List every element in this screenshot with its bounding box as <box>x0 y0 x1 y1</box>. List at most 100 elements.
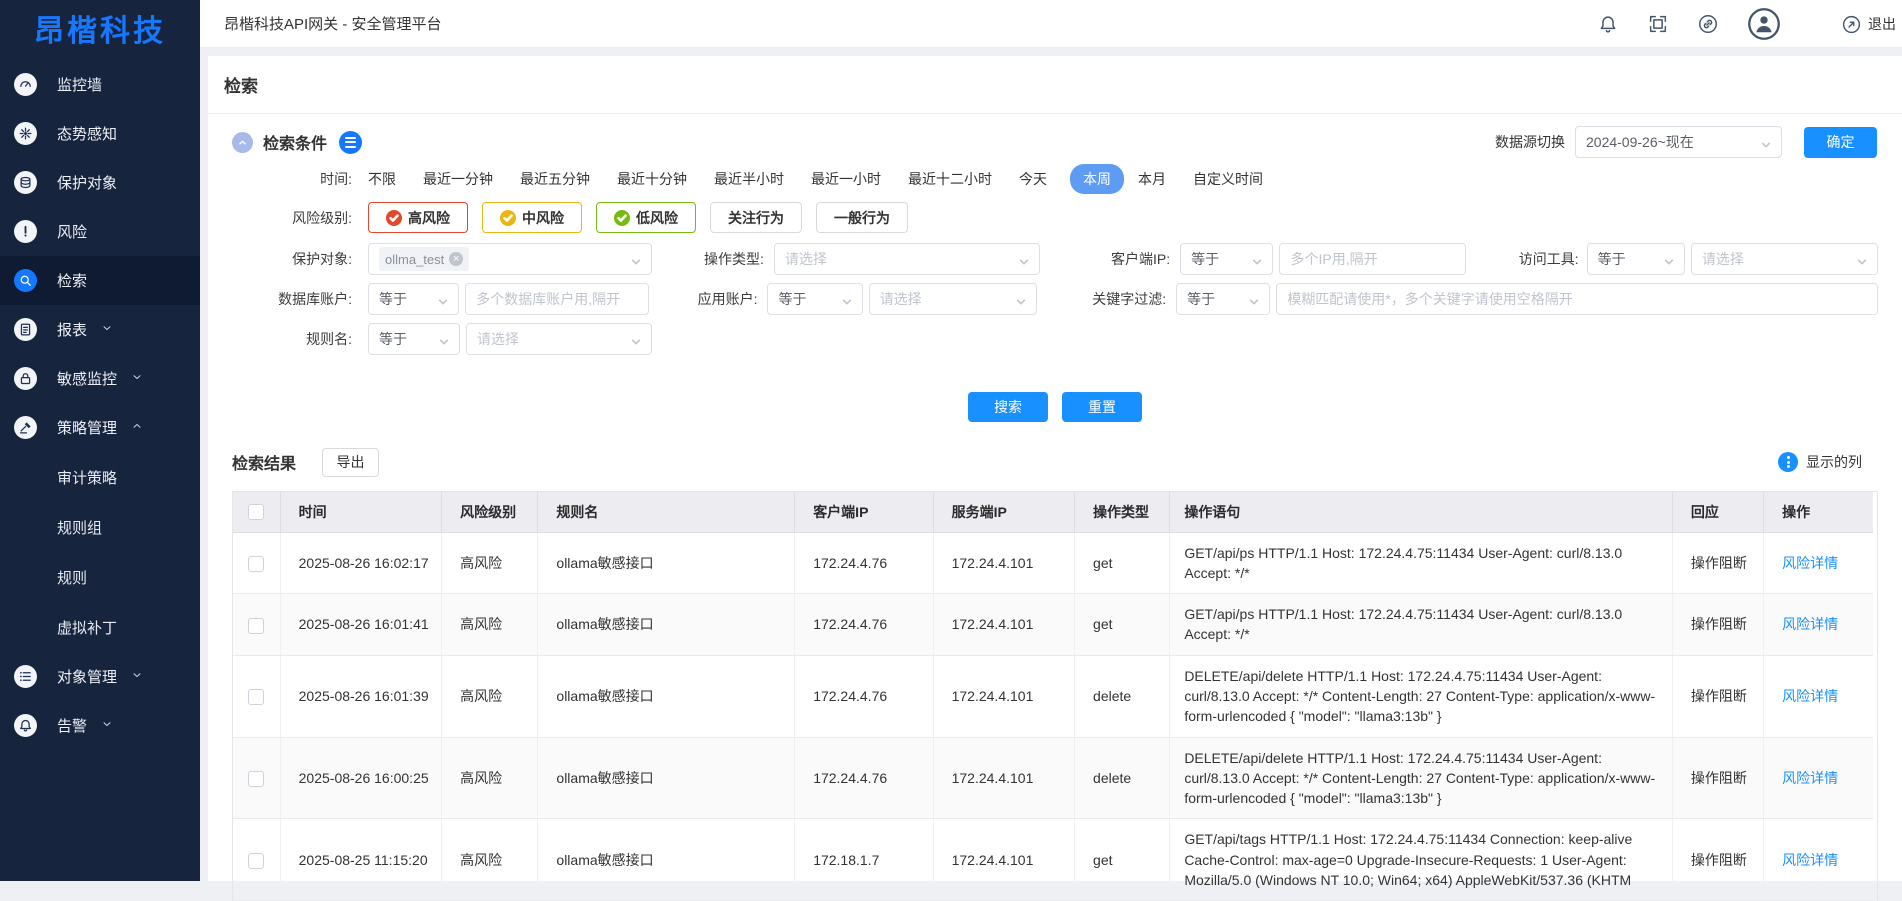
filter-field-row: 规则名: 等于 请选择 <box>232 323 1878 355</box>
sidebar-item-policy[interactable]: 策略管理 <box>0 403 200 452</box>
remove-tag-icon[interactable]: × <box>449 252 463 266</box>
datasource-select[interactable]: 2024-09-26~现在 <box>1575 126 1782 158</box>
time-option[interactable]: 今天 <box>1019 169 1047 189</box>
time-option[interactable]: 最近十分钟 <box>617 169 687 189</box>
sidebar-item-lock[interactable]: 敏感监控 <box>0 354 200 403</box>
time-option[interactable]: 最近一分钟 <box>423 169 493 189</box>
risk-detail-link[interactable]: 风险详情 <box>1782 688 1838 704</box>
condition-list-icon[interactable] <box>339 131 362 154</box>
sidebar-item-database[interactable]: 保护对象 <box>0 158 200 207</box>
sidebar-subitem[interactable]: 审计策略 <box>0 452 200 502</box>
rule-name-select[interactable]: 请选择 <box>466 323 652 355</box>
sidebar-item-report[interactable]: 报表 <box>0 305 200 354</box>
db-account-input[interactable] <box>476 291 638 307</box>
search-button[interactable]: 搜索 <box>968 392 1048 422</box>
filter-field-row: 保护对象: ollma_test× 操作类型: 请选择 客户端IP: 等于 访问… <box>232 243 1878 275</box>
time-option[interactable]: 最近十二小时 <box>908 169 992 189</box>
rule-name-operator-select[interactable]: 等于 <box>368 323 460 355</box>
cell-risk-level: 高风险 <box>442 532 538 594</box>
sidebar-item-label: 敏感监控 <box>57 368 117 389</box>
keyword-input[interactable] <box>1287 291 1867 307</box>
app-account-operator-select[interactable]: 等于 <box>767 283 862 315</box>
access-tool-operator-select[interactable]: 等于 <box>1587 243 1685 275</box>
risk-detail-link[interactable]: 风险详情 <box>1782 555 1838 571</box>
notification-bell-icon[interactable] <box>1597 13 1619 35</box>
cell-server-ip: 172.24.4.101 <box>933 737 1074 819</box>
app-account-label: 应用账户: <box>649 289 757 309</box>
app-account-select[interactable]: 请选择 <box>869 283 1037 315</box>
risk-level-button[interactable]: 低风险 <box>596 202 696 233</box>
sidebar-subitem[interactable]: 虚拟补丁 <box>0 602 200 652</box>
keyword-input-wrap <box>1276 283 1878 315</box>
time-option[interactable]: 本周 <box>1070 164 1124 194</box>
table-body: 2025-08-26 16:02:17高风险ollama敏感接口172.24.4… <box>233 532 1873 901</box>
db-account-label: 数据库账户: <box>232 289 352 309</box>
sidebar-subitem[interactable]: 规则 <box>0 552 200 602</box>
client-ip-input[interactable] <box>1290 251 1454 267</box>
risk-level-button[interactable]: 高风险 <box>368 202 468 233</box>
time-option[interactable]: 自定义时间 <box>1193 169 1263 189</box>
sidebar-item-gauge[interactable]: 监控墙 <box>0 60 200 109</box>
sidebar-item-alarm[interactable]: 告警 <box>0 701 200 750</box>
operation-type-select[interactable]: 请选择 <box>774 243 1040 275</box>
sidebar-item-risk[interactable]: 风险 <box>0 207 200 256</box>
sidebar-item-search[interactable]: 检索 <box>0 256 200 305</box>
chevron-down-icon <box>131 668 143 685</box>
cell-risk-level: 高风险 <box>442 594 538 656</box>
results-header: 检索结果 导出 显示的列 <box>232 447 1878 477</box>
row-checkbox[interactable] <box>248 771 264 787</box>
row-checkbox[interactable] <box>248 689 264 705</box>
risk-level-button[interactable]: 关注行为 <box>710 202 802 233</box>
chevron-down-icon <box>101 717 113 734</box>
row-checkbox[interactable] <box>248 853 264 869</box>
sidebar-subitem[interactable]: 规则组 <box>0 502 200 552</box>
cell-op-type: get <box>1075 532 1170 594</box>
sidebar-item-radar[interactable]: 态势感知 <box>0 109 200 158</box>
show-columns-button[interactable]: 显示的列 <box>1778 452 1862 472</box>
logout-icon <box>1841 14 1862 35</box>
collapse-section-button[interactable] <box>232 132 253 153</box>
cell-server-ip: 172.24.4.101 <box>933 655 1074 737</box>
export-button[interactable]: 导出 <box>322 448 379 477</box>
fullscreen-icon[interactable] <box>1647 13 1669 35</box>
protect-object-select[interactable]: ollma_test× <box>368 243 652 275</box>
client-ip-operator-select[interactable]: 等于 <box>1180 243 1273 275</box>
time-option[interactable]: 不限 <box>368 169 396 189</box>
chevron-down-icon <box>1857 254 1867 264</box>
keyword-filter-label: 关键字过滤: <box>1037 289 1166 309</box>
logout-button[interactable]: 退出 <box>1841 14 1896 35</box>
cell-op-type: delete <box>1075 737 1170 819</box>
time-option[interactable]: 最近半小时 <box>714 169 784 189</box>
row-checkbox[interactable] <box>248 556 264 572</box>
confirm-button[interactable]: 确定 <box>1804 127 1877 158</box>
risk-detail-link[interactable]: 风险详情 <box>1782 770 1838 786</box>
client-ip-label: 客户端IP: <box>1040 249 1170 269</box>
time-option[interactable]: 最近一小时 <box>811 169 881 189</box>
policy-icon <box>14 416 37 439</box>
risk-level-label: 风险级别: <box>232 208 352 228</box>
time-option[interactable]: 本月 <box>1138 169 1166 189</box>
access-tool-select[interactable]: 请选择 <box>1691 243 1878 275</box>
chevron-down-icon <box>631 334 641 344</box>
row-checkbox[interactable] <box>248 618 264 634</box>
time-filter-row: 时间: 不限最近一分钟最近五分钟最近十分钟最近半小时最近一小时最近十二小时今天本… <box>232 164 1878 194</box>
rule-name-label: 规则名: <box>232 329 352 349</box>
keyword-operator-select[interactable]: 等于 <box>1176 283 1270 315</box>
risk-detail-link[interactable]: 风险详情 <box>1782 616 1838 632</box>
link-icon[interactable] <box>1697 13 1719 35</box>
cell-response: 操作阻断 <box>1672 737 1763 819</box>
cell-statement: GET/api/ps HTTP/1.1 Host: 172.24.4.75:11… <box>1170 532 1673 594</box>
reset-button[interactable]: 重置 <box>1062 392 1142 422</box>
cell-client-ip: 172.24.4.76 <box>795 532 933 594</box>
risk-detail-link[interactable]: 风险详情 <box>1782 852 1838 868</box>
risk-level-button[interactable]: 一般行为 <box>816 202 908 233</box>
risk-level-button[interactable]: 中风险 <box>482 202 582 233</box>
db-account-operator-select[interactable]: 等于 <box>368 283 459 315</box>
logout-label: 退出 <box>1868 14 1896 34</box>
cell-rule-name: ollama敏感接口 <box>538 594 795 656</box>
selected-tag: ollma_test× <box>379 247 469 271</box>
sidebar-item-objects[interactable]: 对象管理 <box>0 652 200 701</box>
select-all-checkbox[interactable] <box>248 504 264 520</box>
user-avatar[interactable] <box>1747 7 1781 41</box>
time-option[interactable]: 最近五分钟 <box>520 169 590 189</box>
